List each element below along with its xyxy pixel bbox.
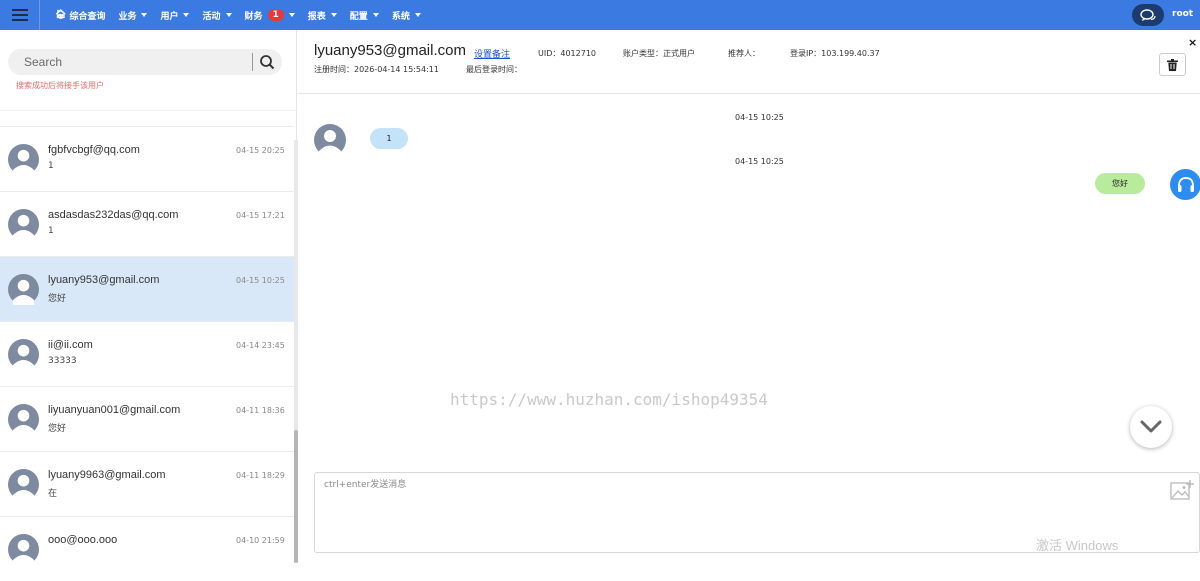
avatar-icon [8,209,39,240]
user-uid: UID：4012710 [538,49,597,58]
search-hint: 搜索成功后将接手该用户 [16,81,104,90]
conversation-name: ooo@ooo.ooo [48,534,118,546]
caret-down-icon [225,13,232,17]
conversation-snippet: 1 [48,161,54,171]
nav-item-finance[interactable]: 财务 1 [245,9,295,22]
hamburger-icon [11,9,28,11]
conversation-item[interactable]: ooo@ooo.ooo 04-10 21:59 [0,516,294,581]
chat-panel: lyuany953@gmail.com 设置备注 UID：4012710 账户类… [298,30,1200,553]
divider [252,53,253,71]
conversation-time: 04-10 21:59 [236,536,285,545]
nav-item-config[interactable]: 配置 [350,9,379,22]
nav-item-reports[interactable]: 报表 [308,9,337,22]
conversation-snippet: 您好 [48,294,67,304]
outgoing-message: 您好 [1095,173,1145,194]
headset-icon [1177,176,1194,192]
conversation-name: ii@ii.com [48,339,93,351]
conversation-list: fgbfvcbgf@qq.com 1 04-15 20:25 asdasdas2… [0,126,294,581]
search-icon[interactable] [258,53,276,71]
conversation-name: lyuany953@gmail.com [48,274,160,286]
user-email: lyuany953@gmail.com [314,42,466,59]
chat-header: lyuany953@gmail.com 设置备注 UID：4012710 账户类… [298,30,1200,94]
avatar-icon [8,144,39,175]
nav-item-business[interactable]: 业务 [118,9,148,22]
site-watermark: https://www.huzhan.com/ishop49354 [450,390,768,409]
top-nav-bar: 🏠︎ 综合查询 业务 用户 活动 财务 1 报表 配置 系统 root [0,0,1200,30]
register-time: 注册时间：2026-04-14 15:54:11 [314,65,439,74]
scroll-to-bottom-button[interactable] [1130,406,1172,448]
message-input[interactable] [315,473,1155,551]
message-timestamp: 04-15 10:25 [735,157,784,166]
conversation-name: liyuanyuan001@gmail.com [48,404,181,416]
conversation-time: 04-14 23:45 [236,341,285,350]
divider [0,110,297,111]
delete-conversation-button[interactable] [1159,53,1186,76]
caret-down-icon [141,13,148,17]
conversation-time: 04-11 18:36 [236,406,285,415]
conversation-item[interactable]: liyuanyuan001@gmail.com 您好 04-11 18:36 [0,386,294,451]
caret-down-icon [183,13,190,17]
login-ip: 登录IP：103.199.40.37 [790,49,880,58]
chat-toggle-button[interactable] [1132,4,1164,26]
conversation-time: 04-11 18:29 [236,471,285,480]
conversation-snippet: 33333 [48,356,77,366]
avatar-icon [8,534,39,565]
conversation-sidebar: 搜索成功后将接手该用户 fgbfvcbgf@qq.com 1 04-15 20:… [0,30,298,565]
nav-item-system[interactable]: 系统 [392,9,421,22]
avatar-icon [8,339,39,370]
avatar-icon [8,274,39,305]
search-box [8,49,282,75]
caret-down-icon [372,13,379,17]
referrer: 推荐人： [728,49,760,58]
conversation-time: 04-15 17:21 [236,211,285,220]
menu-toggle-button[interactable] [0,0,40,30]
message-timestamp: 04-15 10:25 [735,113,784,122]
search-input[interactable] [8,49,252,75]
caret-down-icon [288,13,295,17]
nav-item-users[interactable]: 用户 [160,9,190,22]
caret-down-icon [330,13,337,17]
conversation-snippet: 在 [48,489,58,499]
main-nav: 🏠︎ 综合查询 业务 用户 活动 财务 1 报表 配置 系统 [55,0,421,30]
conversation-snippet: 您好 [48,424,67,434]
agent-avatar [1170,169,1200,200]
conversation-item[interactable]: asdasdas232das@qq.com 1 04-15 17:21 [0,191,294,256]
image-upload-icon[interactable] [1170,479,1194,501]
conversation-name: lyuany9963@gmail.com [48,469,166,481]
account-type: 账户类型：正式用户 [623,49,695,58]
os-activation-watermark: 激活 Windows [1036,538,1119,553]
notification-badge: 1 [267,9,284,21]
nav-item-query[interactable]: 🏠︎ 综合查询 [55,9,105,22]
incoming-message: 1 [370,128,408,149]
conversation-item-active[interactable]: lyuany953@gmail.com 您好 04-15 10:25 [0,256,294,321]
conversation-item[interactable]: lyuany9963@gmail.com 在 04-11 18:29 [0,451,294,516]
nav-item-activity[interactable]: 活动 [202,9,232,22]
avatar-icon [8,469,39,500]
close-button[interactable]: × [1188,36,1197,49]
conversation-item[interactable]: ii@ii.com 33333 04-14 23:45 [0,321,294,386]
conversation-name: fgbfvcbgf@qq.com [48,144,140,156]
customer-avatar-icon [314,124,346,156]
chat-bubbles-icon [1140,8,1156,21]
avatar-icon [8,404,39,435]
conversation-time: 04-15 10:25 [236,276,285,285]
chevron-down-icon [1140,420,1162,433]
last-login-time: 最后登录时间： [466,65,522,74]
conversation-name: asdasdas232das@qq.com [48,209,179,221]
trash-icon [1167,58,1178,71]
set-remark-link[interactable]: 设置备注 [474,47,510,60]
user-menu[interactable]: root [1172,9,1193,19]
conversation-item[interactable]: fgbfvcbgf@qq.com 1 04-15 20:25 [0,126,294,191]
caret-down-icon [414,13,421,17]
home-icon: 🏠︎ [55,10,67,20]
conversation-snippet: 1 [48,226,54,236]
conversation-time: 04-15 20:25 [236,146,285,155]
